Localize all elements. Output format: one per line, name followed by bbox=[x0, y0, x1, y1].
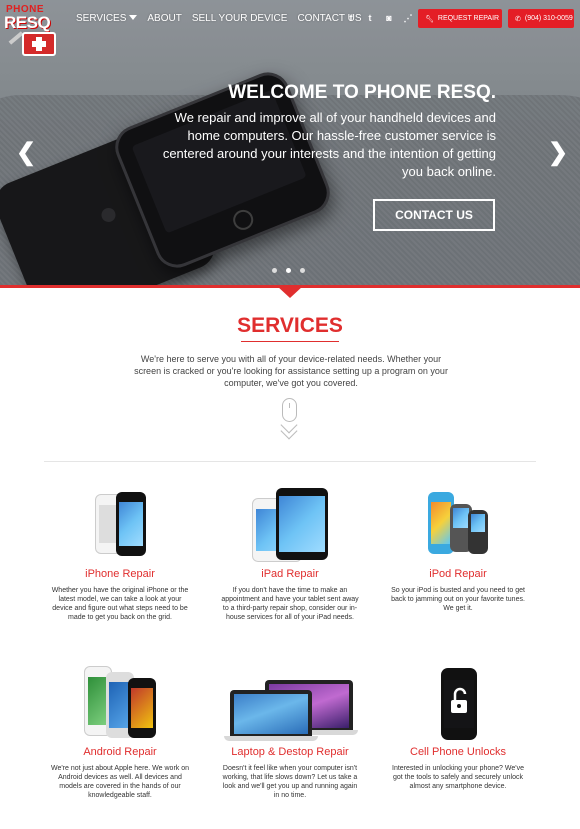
rss-icon[interactable]: ⋰ bbox=[403, 13, 413, 24]
chevron-down-icon bbox=[129, 15, 138, 20]
nav-item-services[interactable]: SERVICES bbox=[76, 13, 138, 24]
twitter-icon[interactable]: t bbox=[365, 13, 375, 24]
hero-text: We repair and improve all of your handhe… bbox=[162, 110, 496, 179]
logo-text-main: RESQ bbox=[4, 13, 51, 32]
request-repair-button[interactable]: 🔧︎ REQUEST REPAIR bbox=[418, 9, 502, 28]
service-name: iPad Repair bbox=[261, 568, 319, 580]
unlock-icon bbox=[451, 687, 467, 713]
service-name: iPhone Repair bbox=[85, 568, 155, 580]
service-name: Cell Phone Unlocks bbox=[410, 746, 506, 758]
service-iphone[interactable]: iPhone Repair Whether you have the origi… bbox=[50, 488, 190, 622]
slider-dots bbox=[272, 268, 305, 273]
services-intro: We're here to serve you with all of your… bbox=[134, 354, 448, 388]
slider-prev-arrow-icon[interactable]: ❮ bbox=[16, 138, 36, 167]
slider-dot[interactable] bbox=[286, 268, 291, 273]
phone-icon: ✆ bbox=[515, 15, 521, 23]
service-name: Android Repair bbox=[83, 746, 157, 758]
request-repair-label: REQUEST REPAIR bbox=[437, 15, 500, 22]
section-divider bbox=[44, 461, 536, 462]
services-title: SERVICES bbox=[237, 314, 343, 337]
ipod-image bbox=[388, 488, 528, 562]
wrench-icon: 🔧︎ bbox=[425, 15, 434, 23]
nav-item-sell-your-device[interactable]: SELL YOUR DEVICE bbox=[192, 13, 288, 24]
main-nav: SERVICES ABOUT SELL YOUR DEVICE CONTACT … bbox=[76, 13, 362, 24]
service-ipod[interactable]: iPod Repair So your iPod is busted and y… bbox=[388, 488, 528, 613]
section-pointer-arrow bbox=[277, 286, 303, 298]
service-desc: Whether you have the original iPhone or … bbox=[51, 587, 189, 621]
service-name: Laptop & Destop Repair bbox=[231, 746, 349, 758]
iphone-image bbox=[50, 488, 190, 562]
android-image bbox=[50, 666, 190, 740]
slider-dot[interactable] bbox=[272, 268, 277, 273]
nav-item-label: SERVICES bbox=[76, 13, 127, 24]
service-name: iPod Repair bbox=[429, 568, 487, 580]
service-cell-phone-unlocks[interactable]: Cell Phone Unlocks Interested in unlocki… bbox=[388, 666, 528, 791]
nav-item-about[interactable]: ABOUT bbox=[147, 13, 181, 24]
service-android[interactable]: Android Repair We're not just about Appl… bbox=[50, 666, 190, 800]
service-desc: Interested in unlocking your phone? We'v… bbox=[392, 765, 524, 790]
logo-first-aid-icon bbox=[22, 32, 56, 56]
service-laptop-desktop[interactable]: Laptop & Destop Repair Doesn't it feel l… bbox=[220, 666, 360, 800]
contact-us-button[interactable]: CONTACT US bbox=[373, 199, 495, 231]
service-desc: So your iPod is busted and you need to g… bbox=[391, 587, 525, 612]
instagram-icon[interactable]: ◙ bbox=[384, 13, 394, 24]
service-desc: Doesn't it feel like when your computer … bbox=[222, 765, 358, 799]
service-desc: If you don't have the time to make an ap… bbox=[221, 587, 359, 621]
laptop-image bbox=[220, 666, 360, 741]
unlocked-phone-image bbox=[388, 666, 528, 740]
slider-next-arrow-icon[interactable]: ❯ bbox=[548, 138, 568, 167]
service-ipad[interactable]: iPad Repair If you don't have the time t… bbox=[220, 488, 360, 622]
ipad-image bbox=[220, 488, 360, 562]
phone-button[interactable]: ✆ (904) 310-0059 bbox=[508, 9, 574, 28]
facebook-icon[interactable]: f bbox=[346, 13, 356, 24]
logo[interactable]: PHONE RESQ bbox=[4, 4, 66, 56]
phone-number-label: (904) 310-0059 bbox=[524, 15, 573, 22]
service-desc: We're not just about Apple here. We work… bbox=[50, 765, 190, 799]
slider-dot[interactable] bbox=[300, 268, 305, 273]
social-links: f t ◙ ⋰ bbox=[346, 13, 413, 24]
services-title-underline bbox=[241, 341, 339, 342]
hero-title: WELCOME TO PHONE RESQ. bbox=[228, 82, 496, 103]
